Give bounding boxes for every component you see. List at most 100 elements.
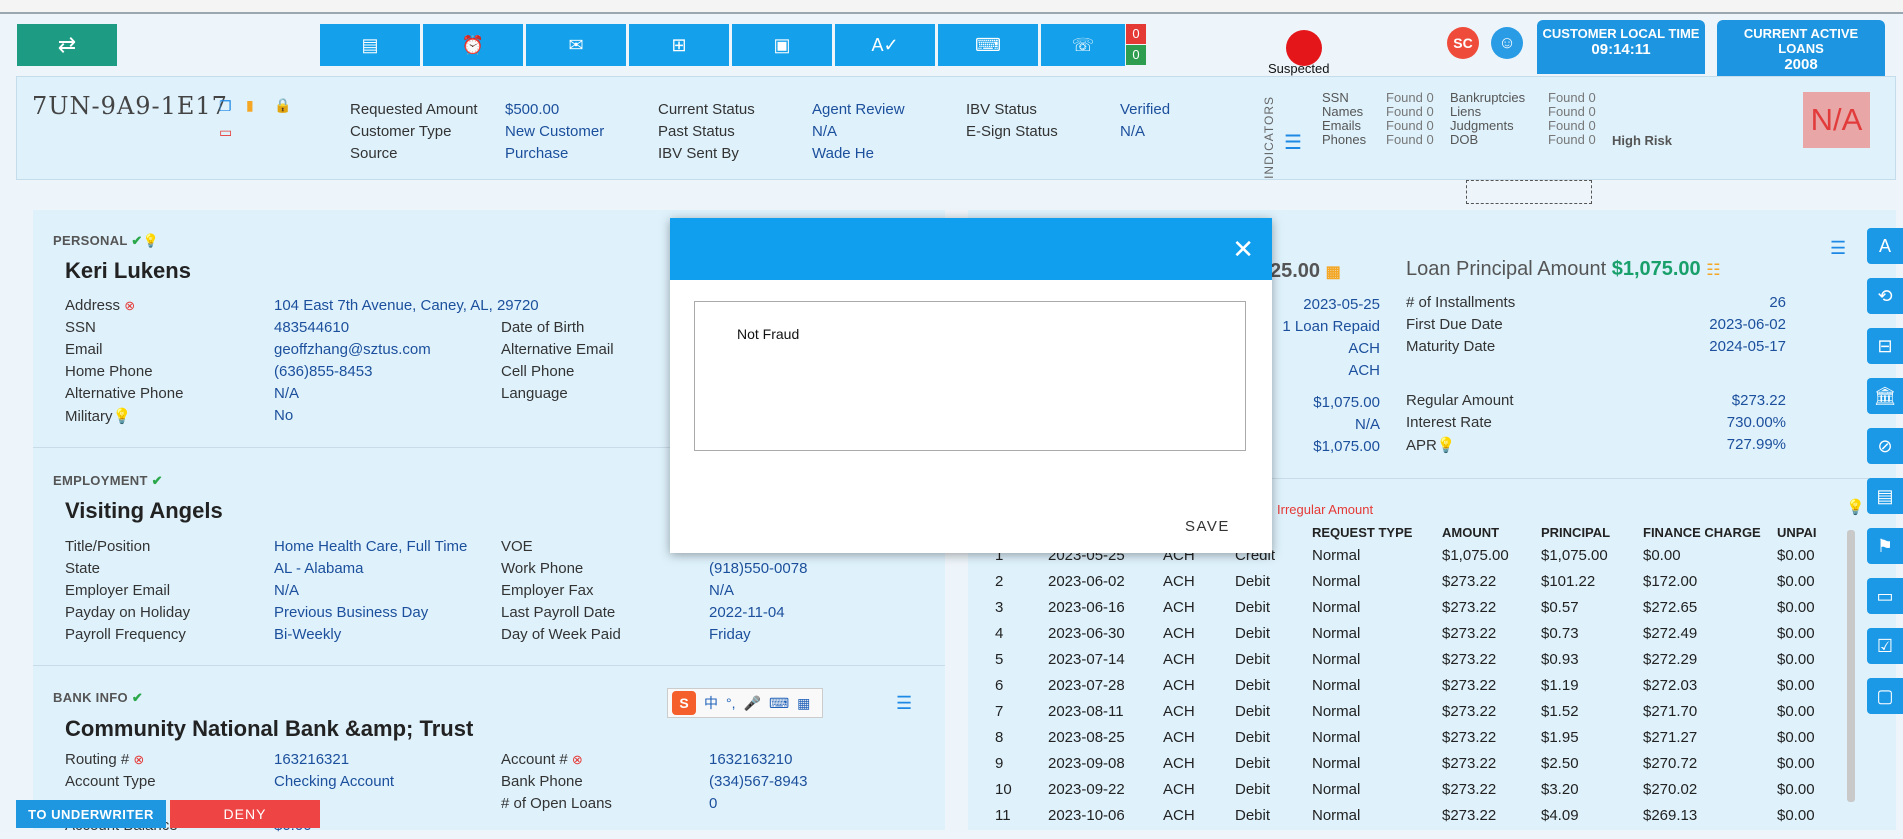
mail-button[interactable]: ✉: [526, 24, 626, 66]
document-icon[interactable]: ▤: [1867, 478, 1903, 514]
table-row[interactable]: 3 2023-06-16 ACH Debit Normal $273.22 $0.57 $27…: [995, 594, 1837, 620]
note-textarea[interactable]: Not Fraud: [694, 301, 1246, 451]
bank-icon[interactable]: 🏛: [1867, 378, 1903, 414]
dob-label: Date of Birth: [501, 319, 585, 336]
bulb-icon: 💡: [1846, 499, 1865, 516]
apr-label: APR💡: [1406, 436, 1456, 454]
loan-principal-header: Loan Principal Amount $1,075.00 ☷: [1406, 258, 1721, 281]
account-number-label-text: Account #: [501, 751, 568, 768]
last-payroll-label: Last Payroll Date: [501, 604, 616, 621]
history-icon[interactable]: ⟲: [1867, 278, 1903, 314]
col-header-unpaid[interactable]: UNPAI: [1777, 522, 1837, 542]
grid-icon[interactable]: ▦: [797, 695, 810, 712]
table-row[interactable]: 2 2023-06-02 ACH Debit Normal $273.22 $101.22 $…: [995, 568, 1837, 594]
first-due-value: 2023-06-02: [1709, 316, 1786, 333]
table-row[interactable]: 10 2023-09-22 ACH Debit Normal $273.22 $3.20 $2…: [995, 776, 1837, 802]
call-count-red: 0: [1126, 24, 1146, 44]
no-calls-icon[interactable]: ⊘: [1867, 428, 1903, 464]
dialog-header: ✕: [670, 218, 1272, 280]
bank-phone-value[interactable]: (334)567-8943: [709, 773, 807, 790]
table-cell: 2023-10-06: [1048, 806, 1125, 824]
employer-email-label: Employer Email: [65, 582, 171, 599]
work-phone-value[interactable]: (918)550-0078: [709, 560, 807, 577]
card-icon[interactable]: ▭: [1867, 578, 1903, 614]
checklist-icon[interactable]: ☑: [1867, 628, 1903, 664]
alarm-button[interactable]: ⏰: [423, 24, 523, 66]
org-chart-icon[interactable]: ⊟: [1867, 328, 1903, 364]
employment-section-header: EMPLOYMENT ✔: [53, 473, 163, 489]
swap-arrows-button[interactable]: ⇄: [17, 24, 117, 66]
copy-icon[interactable]: ❐: [219, 98, 232, 115]
partial-amount: 25.00 ▦: [1270, 260, 1341, 283]
table-row[interactable]: 8 2023-08-25 ACH Debit Normal $273.22 $1.95 $27…: [995, 724, 1837, 750]
to-underwriter-button[interactable]: TO UNDERWRITER: [16, 800, 166, 828]
card-icon[interactable]: ▭: [219, 124, 232, 141]
col-header-amount[interactable]: AMOUNT: [1442, 522, 1541, 542]
payroll-frequency-label: Payroll Frequency: [65, 626, 186, 643]
col-header-principal[interactable]: PRINCIPAL: [1541, 522, 1643, 542]
ime-logo-icon: S: [672, 691, 696, 715]
table-cell: 7: [995, 702, 1004, 720]
table-cell: $1.52: [1541, 702, 1579, 720]
loan-principal-value: $1,075.00: [1611, 258, 1701, 280]
keyboard-icon[interactable]: ⌨: [769, 695, 789, 712]
add-document-button[interactable]: ⊞: [629, 24, 729, 66]
payment-schedule-table: REQUEST TYPE AMOUNT PRINCIPAL FINANCE CH…: [995, 522, 1837, 828]
mic-icon[interactable]: 🎤: [744, 695, 761, 712]
table-row[interactable]: 6 2023-07-28 ACH Debit Normal $273.22 $1.19 $27…: [995, 672, 1837, 698]
table-cell: $273.22: [1442, 780, 1497, 798]
table-cell: Normal: [1312, 780, 1361, 798]
indicators-label: INDICATORS: [1262, 96, 1276, 179]
table-cell: 2023-06-02: [1048, 572, 1125, 590]
apr-label-text: APR: [1406, 437, 1437, 454]
gamepad-button[interactable]: ⌨: [938, 24, 1038, 66]
save-button[interactable]: SAVE: [1185, 518, 1230, 535]
table-cell: 8: [995, 728, 1004, 746]
table-row[interactable]: 9 2023-09-08 ACH Debit Normal $273.22 $2.50 $27…: [995, 750, 1837, 776]
sliders-icon[interactable]: ☷: [1706, 262, 1720, 279]
past-status-label: Past Status: [658, 123, 735, 140]
table-row[interactable]: 4 2023-06-30 ACH Debit Normal $273.22 $0.73 $27…: [995, 620, 1837, 646]
sliders-icon[interactable]: ☰: [1284, 130, 1302, 155]
menu-icon[interactable]: ☰: [1830, 238, 1846, 259]
ime-lang[interactable]: 中: [704, 693, 718, 713]
menu-icon[interactable]: ☰: [896, 693, 912, 714]
table-cell: Debit: [1235, 806, 1271, 824]
divider: [33, 665, 945, 666]
customer-name: Keri Lukens: [65, 258, 191, 283]
col-header-finance-charge[interactable]: FINANCE CHARGE: [1643, 522, 1777, 542]
spellcheck-button[interactable]: A✓: [835, 24, 935, 66]
deny-button[interactable]: DENY: [170, 800, 320, 828]
score-badge: N/A: [1803, 92, 1870, 148]
table-cell: $0.00: [1777, 728, 1815, 746]
state-label: State: [65, 560, 101, 577]
phone-button[interactable]: ☏: [1041, 24, 1125, 66]
scrollbar[interactable]: [1847, 530, 1855, 802]
chat-icon[interactable]: ▢: [1867, 678, 1903, 714]
email-value[interactable]: geoffzhang@sztus.com: [274, 341, 431, 358]
lock-icon[interactable]: 🔒: [274, 97, 291, 114]
pdf-icon: ▣: [773, 34, 791, 55]
table-cell: Normal: [1312, 806, 1361, 824]
indicator-emails-value: Found 0: [1386, 118, 1434, 133]
pdf-button[interactable]: ▣: [732, 24, 832, 66]
font-icon[interactable]: A: [1867, 228, 1903, 264]
table-row[interactable]: 7 2023-08-11 ACH Debit Normal $273.22 $1.52 $27…: [995, 698, 1837, 724]
table-cell: Normal: [1312, 754, 1361, 772]
punctuation-icon[interactable]: °,: [726, 695, 736, 711]
table-row[interactable]: 11 2023-10-06 ACH Debit Normal $273.22 $4.09 $2…: [995, 802, 1837, 828]
avatar[interactable]: SC: [1447, 27, 1479, 59]
close-icon[interactable]: ✕: [1232, 234, 1254, 265]
note-dialog: ✕ Not Fraud SAVE: [670, 218, 1272, 553]
group-icon[interactable]: ☺: [1491, 27, 1523, 59]
table-cell: Debit: [1235, 624, 1271, 642]
table-cell: Normal: [1312, 676, 1361, 694]
bookmark-icon[interactable]: ▮: [246, 97, 254, 114]
table-row[interactable]: 5 2023-07-14 ACH Debit Normal $273.22 $0.93 $27…: [995, 646, 1837, 672]
badge-icon[interactable]: ⚑: [1867, 528, 1903, 564]
col-header-request-type[interactable]: REQUEST TYPE: [1312, 522, 1442, 542]
ime-toolbar[interactable]: S 中 °, 🎤 ⌨ ▦: [667, 688, 823, 718]
home-phone-value[interactable]: (636)855-8453: [274, 363, 372, 380]
calc-icon[interactable]: ▦: [1326, 264, 1341, 281]
notes-button[interactable]: ▤: [320, 24, 420, 66]
